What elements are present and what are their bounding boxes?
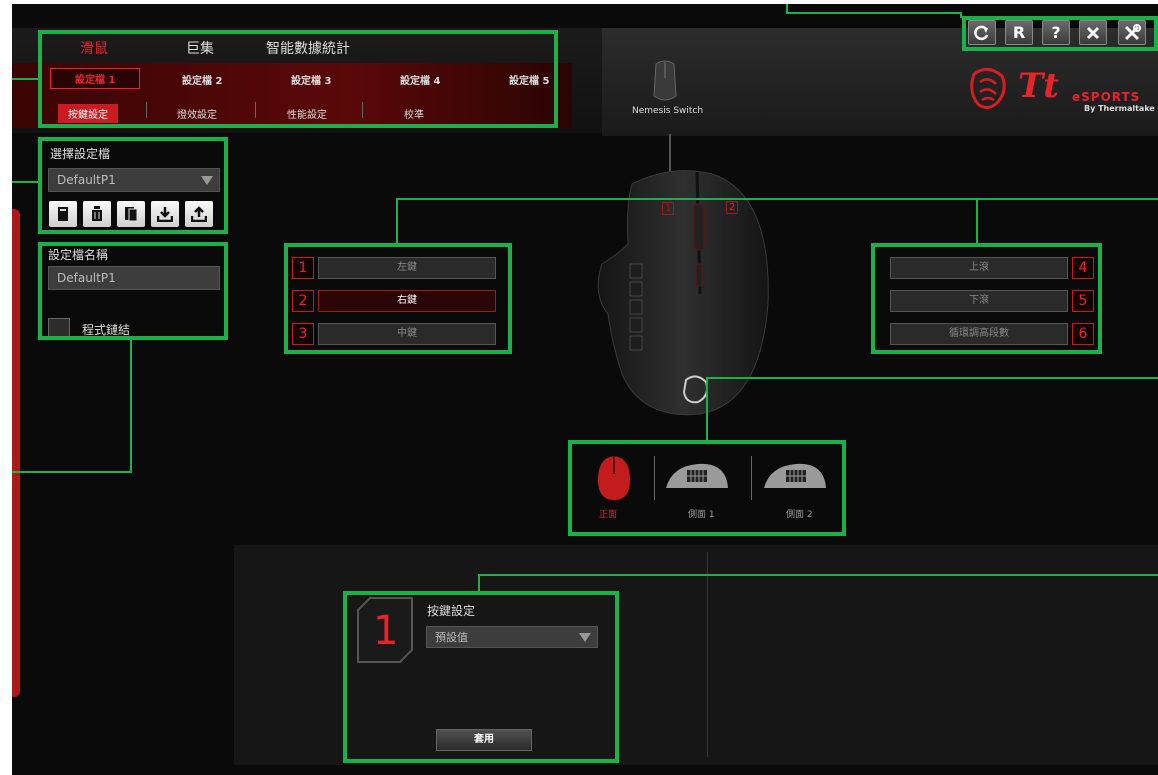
connector-line [12, 471, 131, 473]
connector-line [478, 574, 480, 593]
connector-line [12, 181, 40, 183]
side-rail [12, 209, 20, 697]
connector-line [12, 78, 40, 80]
highlight-profile-name [38, 242, 228, 340]
dragon-logo-icon [970, 68, 1006, 109]
connector-line [396, 198, 398, 245]
connector-line [706, 377, 708, 442]
connector-line [130, 338, 132, 473]
mouse-image [597, 134, 769, 416]
highlight-editor [343, 591, 619, 763]
highlight-view-selector [568, 440, 846, 536]
mouse-label-1: 1 [662, 202, 675, 215]
mouse-label-2: 2 [726, 201, 739, 214]
connector-line [960, 12, 962, 18]
highlight-profile-select [38, 137, 228, 234]
connector-line [976, 198, 978, 245]
app-window: 滑鼠 巨集 智能數據統計 設定檔 1 設定檔 2 設定檔 3 設定檔 4 設定檔… [12, 4, 1158, 775]
highlight-toolbar [962, 16, 1158, 51]
brand-esports: eSPORTS [1072, 90, 1141, 104]
connector-line [706, 377, 1158, 379]
divider [707, 552, 708, 757]
connector-line [396, 198, 1158, 200]
brand-by: By Thermaltake [1084, 104, 1155, 113]
product-name: Nemesis Switch [632, 106, 704, 116]
highlight-right-buttons [871, 243, 1102, 354]
highlight-tabs [38, 30, 558, 128]
highlight-left-buttons [284, 243, 512, 354]
connector-line [786, 12, 962, 14]
connector-line [478, 574, 1158, 576]
brand-tt: Tt [1018, 66, 1060, 106]
mouse-thumbnail-icon [653, 60, 677, 101]
